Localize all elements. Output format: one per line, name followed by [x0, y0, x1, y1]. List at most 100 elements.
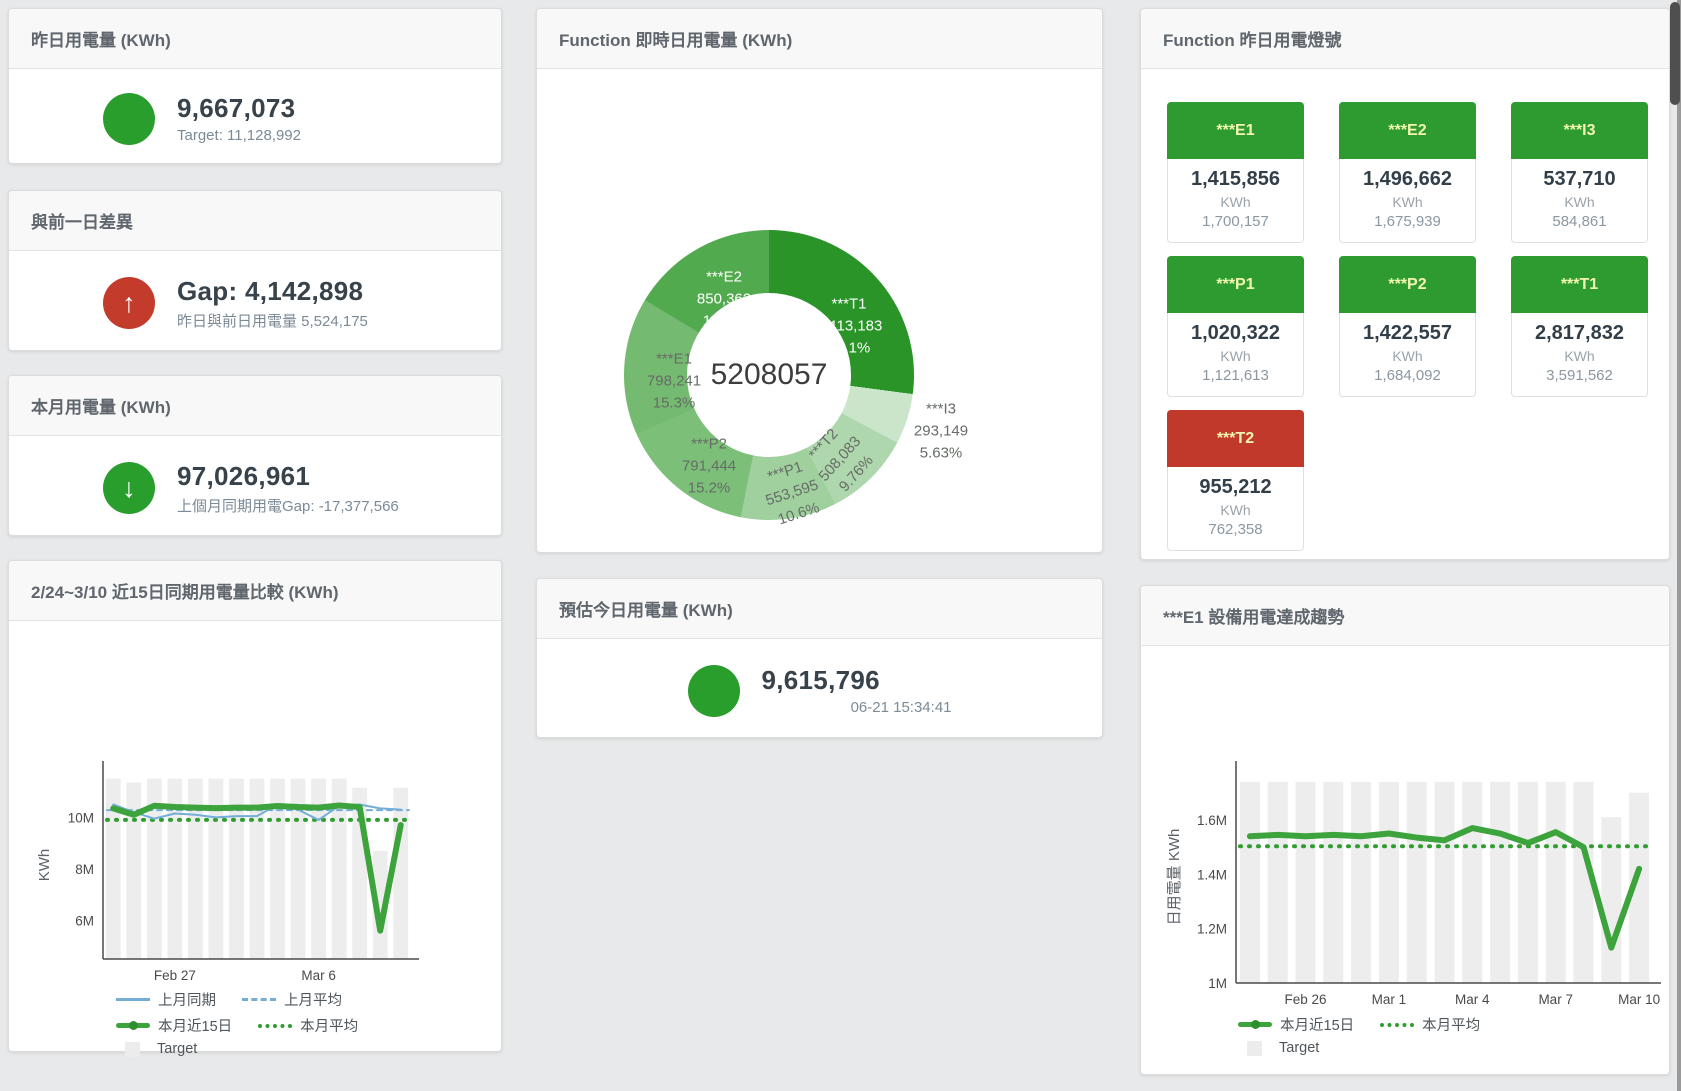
legend-label: 上月同期 — [158, 989, 216, 1010]
tile-unit: KWh — [1170, 194, 1301, 210]
trend-chart-legend: 本月近15日 本月平均 Target — [1238, 1014, 1480, 1056]
gap-value: Gap: 4,142,898 — [177, 276, 407, 307]
arrow-down-icon: ↓ — [103, 462, 155, 514]
target-bar — [1434, 782, 1454, 983]
realtime-donut-chart[interactable]: 5208057 ***T1 1,413,183 27.1%***I3 293,1… — [537, 69, 1102, 557]
tile-unit: KWh — [1342, 194, 1473, 210]
tile-header: ***E1 — [1167, 102, 1304, 159]
tile-target: 762,358 — [1170, 521, 1301, 538]
compare-15d-chart[interactable]: 6M8M10MFeb 27Mar 6KWh — [9, 701, 503, 983]
card-title: 2/24~3/10 近15日同期用電量比較 (KWh) — [9, 561, 501, 621]
card-estimate-today: 預估今日用電量 (KWh) 9,615,796 06-21 15:34:41 — [536, 578, 1103, 738]
legend-swatch-green-dot — [258, 1024, 292, 1028]
dashboard-page: { "cards": { "yesterday": { "title": "昨日… — [0, 0, 1681, 1091]
x-tick-label: Mar 10 — [1618, 992, 1660, 1007]
tile-value: 955,212 — [1170, 476, 1301, 499]
legend-label: 本月平均 — [300, 1015, 358, 1036]
month-usage-value: 97,026,961 — [177, 461, 407, 492]
y-axis-label: KWh — [36, 849, 53, 882]
target-bar — [1268, 782, 1288, 983]
arrow-up-icon: ↑ — [103, 277, 155, 329]
tile-target: 1,700,157 — [1170, 213, 1301, 230]
signal-tile: ***P11,020,322KWh1,121,613 — [1167, 256, 1304, 397]
x-tick-label: Feb 26 — [1284, 992, 1326, 1007]
target-bar — [1601, 817, 1621, 983]
target-bar — [126, 783, 141, 959]
x-tick-label: Mar 7 — [1538, 992, 1573, 1007]
card-compare-chart: 2/24~3/10 近15日同期用電量比較 (KWh) 6M8M10MFeb 2… — [8, 560, 502, 1052]
legend-label: 上月平均 — [284, 989, 342, 1010]
tile-header: ***I3 — [1511, 102, 1648, 159]
target-bar — [393, 788, 408, 959]
legend-label: 本月平均 — [1422, 1014, 1480, 1035]
y-tick-label: 6M — [75, 913, 94, 928]
e1-trend-chart[interactable]: 1M1.2M1.4M1.6MFeb 26Mar 1Mar 4Mar 7Mar 1… — [1141, 716, 1671, 1011]
tile-value: 1,422,557 — [1342, 322, 1473, 345]
tile-header: ***P1 — [1167, 256, 1304, 313]
tile-header: ***T2 — [1167, 410, 1304, 467]
target-bar — [1546, 782, 1566, 983]
tile-body: 1,422,557KWh1,684,092 — [1339, 313, 1476, 397]
legend-item[interactable]: 本月近15日 — [1238, 1014, 1354, 1035]
target-bar — [1462, 782, 1482, 983]
tile-value: 1,020,322 — [1170, 322, 1301, 345]
y-axis-label: 日用電量 KWh — [1166, 829, 1183, 926]
x-tick-label: Mar 1 — [1372, 992, 1407, 1007]
target-bar — [1295, 782, 1315, 983]
card-month-usage: 本月用電量 (KWh) ↓ 97,026,961 上個月同期用電Gap: -17… — [8, 375, 502, 536]
legend-item[interactable]: 上月同期 — [116, 989, 216, 1010]
target-bar — [1240, 782, 1260, 983]
legend-label: Target — [1279, 1040, 1319, 1056]
donut-center-total: 5208057 — [711, 358, 828, 392]
legend-swatch-target — [125, 1042, 140, 1057]
card-title: 預估今日用電量 (KWh) — [537, 579, 1102, 639]
status-circle-icon — [103, 93, 155, 145]
tile-unit: KWh — [1170, 348, 1301, 364]
status-circle-icon — [688, 665, 740, 717]
tile-body: 1,415,856KWh1,700,157 — [1167, 159, 1304, 243]
tile-value: 2,817,832 — [1514, 322, 1645, 345]
target-bar — [1351, 782, 1371, 983]
x-tick-label: Feb 27 — [154, 968, 196, 983]
tile-body: 1,020,322KWh1,121,613 — [1167, 313, 1304, 397]
legend-item[interactable]: 本月近15日 — [116, 1015, 232, 1036]
donut-slice-label: ***E1 798,241 15.3% — [647, 348, 701, 413]
signal-tile: ***T2955,212KWh762,358 — [1167, 410, 1304, 551]
y-tick-label: 1M — [1208, 976, 1227, 991]
yesterday-usage-value: 9,667,073 — [177, 93, 407, 124]
legend-swatch-blue-line — [116, 998, 150, 1001]
signal-tile: ***I3537,710KWh584,861 — [1511, 102, 1648, 243]
signal-tile: ***E21,496,662KWh1,675,939 — [1339, 102, 1476, 243]
legend-item[interactable]: 本月平均 — [1380, 1014, 1480, 1035]
target-bar — [1407, 782, 1427, 983]
tile-body: 955,212KWh762,358 — [1167, 467, 1304, 551]
estimate-value: 9,615,796 — [762, 665, 952, 696]
tile-unit: KWh — [1514, 348, 1645, 364]
donut-slice-label: ***P2 791,444 15.2% — [682, 433, 736, 498]
tile-unit: KWh — [1342, 348, 1473, 364]
legend-item[interactable]: 上月平均 — [242, 989, 342, 1010]
card-title: 與前一日差異 — [9, 191, 501, 251]
y-tick-label: 8M — [75, 862, 94, 877]
y-tick-label: 1.2M — [1197, 922, 1227, 937]
tile-body: 2,817,832KWh3,591,562 — [1511, 313, 1648, 397]
legend-item[interactable]: 本月平均 — [258, 1015, 358, 1036]
page-scrollbar-track[interactable] — [1677, 0, 1681, 1091]
y-tick-label: 1.4M — [1197, 867, 1227, 882]
donut-slice-label: ***T1 1,413,183 27.1% — [816, 293, 883, 358]
legend-label: 本月近15日 — [1280, 1014, 1354, 1035]
tile-target: 1,675,939 — [1342, 213, 1473, 230]
legend-swatch-green-thick — [116, 1023, 150, 1028]
card-title: 昨日用電量 (KWh) — [9, 9, 501, 69]
card-e1-trend: ***E1 設備用電達成趨勢 1M1.2M1.4M1.6MFeb 26Mar 1… — [1140, 585, 1670, 1075]
yesterday-usage-target: Target: 11,128,992 — [177, 127, 407, 144]
page-scrollbar-thumb[interactable] — [1670, 2, 1680, 105]
tile-target: 584,861 — [1514, 213, 1645, 230]
card-title: Function 即時日用電量 (KWh) — [537, 9, 1102, 69]
gap-sub: 昨日與前日用電量 5,524,175 — [177, 310, 407, 331]
card-title: Function 昨日用電燈號 — [1141, 9, 1669, 69]
tile-value: 537,710 — [1514, 168, 1645, 191]
legend-item[interactable]: Target — [1238, 1040, 1319, 1056]
target-bar — [1379, 782, 1399, 983]
legend-item[interactable]: Target — [116, 1041, 197, 1057]
